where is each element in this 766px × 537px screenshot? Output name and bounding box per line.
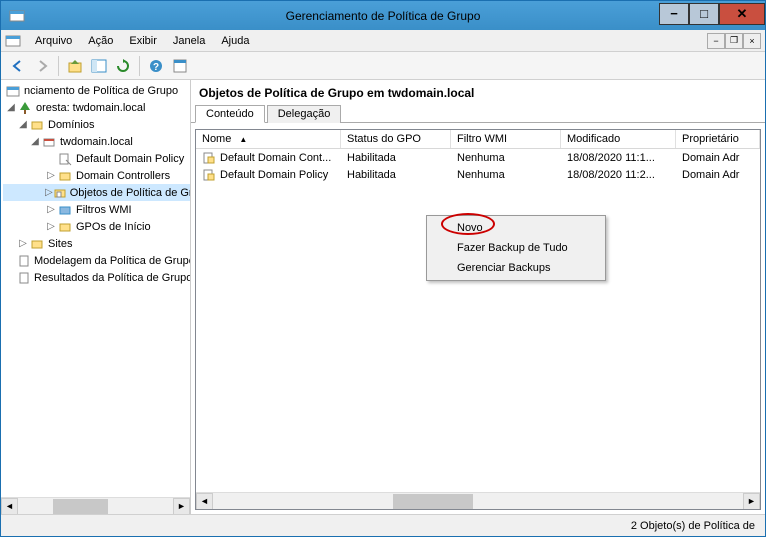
expand-icon[interactable]: ▷ — [45, 187, 53, 198]
tab-delegacao[interactable]: Delegação — [267, 105, 342, 123]
column-modificado[interactable]: Modificado — [561, 130, 676, 148]
tab-conteudo[interactable]: Conteúdo — [195, 105, 265, 123]
collapse-icon[interactable]: ◢ — [17, 119, 29, 130]
scroll-right-icon[interactable]: ► — [743, 493, 760, 510]
tree-pane: nciamento de Política de Grupo ◢ oresta:… — [1, 80, 191, 514]
tree-horizontal-scrollbar[interactable]: ◄ ► — [1, 497, 190, 514]
refresh-button[interactable] — [112, 55, 134, 77]
gpo-link-icon — [57, 151, 73, 167]
column-nome[interactable]: Nome▲ — [196, 130, 341, 148]
forward-button[interactable] — [31, 55, 53, 77]
back-button[interactable] — [7, 55, 29, 77]
tree-domain[interactable]: ◢ twdomain.local — [3, 133, 190, 150]
tree-wmi-filters[interactable]: ▷ Filtros WMI — [3, 201, 190, 218]
menu-exibir[interactable]: Exibir — [121, 33, 165, 49]
up-button[interactable] — [64, 55, 86, 77]
context-menu: Novo Fazer Backup de Tudo Gerenciar Back… — [426, 215, 606, 281]
list-header: Nome▲ Status do GPO Filtro WMI Modificad… — [196, 130, 760, 149]
context-manage-backups[interactable]: Gerenciar Backups — [429, 258, 603, 278]
results-icon — [17, 270, 31, 286]
tab-strip: Conteúdo Delegação — [191, 104, 765, 123]
status-text: 2 Objeto(s) de Política de — [631, 520, 755, 532]
sort-asc-icon: ▲ — [239, 135, 247, 144]
mdi-minimize-button[interactable]: − — [707, 33, 725, 49]
column-proprietario[interactable]: Proprietário — [676, 130, 760, 148]
tree-sites[interactable]: ▷ Sites — [3, 235, 190, 252]
tree-starter-gpos[interactable]: ▷ GPOs de Início — [3, 218, 190, 235]
ou-icon — [57, 168, 73, 184]
sites-icon — [29, 236, 45, 252]
expand-icon[interactable]: ▷ — [17, 238, 29, 249]
svg-text:?: ? — [153, 62, 159, 73]
status-bar: 2 Objeto(s) de Política de — [1, 514, 765, 536]
tree-dominios[interactable]: ◢ Domínios — [3, 116, 190, 133]
scroll-thumb[interactable] — [53, 499, 108, 514]
expand-icon[interactable]: ▷ — [45, 221, 57, 232]
list-horizontal-scrollbar[interactable]: ◄ ► — [196, 492, 760, 509]
show-hide-tree-button[interactable] — [88, 55, 110, 77]
menu-acao[interactable]: Ação — [80, 33, 121, 49]
gpo-icon — [202, 151, 216, 165]
details-pane: Objetos de Política de Grupo em twdomain… — [191, 80, 765, 514]
scroll-left-icon[interactable]: ◄ — [1, 498, 18, 515]
wmi-icon — [57, 202, 73, 218]
toolbar: ? — [1, 52, 765, 80]
tree-gpo-container[interactable]: ▷ Objetos de Política de Gru — [3, 184, 190, 201]
menu-arquivo[interactable]: Arquivo — [27, 33, 80, 49]
tree-forest[interactable]: ◢ oresta: twdomain.local — [3, 99, 190, 116]
forest-icon — [17, 100, 33, 116]
context-backup-all[interactable]: Fazer Backup de Tudo — [429, 238, 603, 258]
help-button[interactable]: ? — [145, 55, 167, 77]
details-header: Objetos de Política de Grupo em twdomain… — [191, 80, 765, 104]
tree-default-domain-policy[interactable]: Default Domain Policy — [3, 150, 190, 167]
mmc-icon — [5, 33, 21, 49]
modeling-icon — [17, 253, 31, 269]
menu-bar: Arquivo Ação Exibir Janela Ajuda − ❐ × — [1, 30, 765, 52]
mdi-close-button[interactable]: × — [743, 33, 761, 49]
scroll-left-icon[interactable]: ◄ — [196, 493, 213, 510]
domains-icon — [29, 117, 45, 133]
context-novo[interactable]: Novo — [429, 218, 603, 238]
column-status[interactable]: Status do GPO — [341, 130, 451, 148]
gpmc-icon — [5, 83, 21, 99]
scroll-thumb[interactable] — [393, 494, 473, 509]
close-button[interactable]: ✕ — [719, 3, 765, 25]
window-title: Gerenciamento de Política de Grupo — [1, 9, 765, 23]
maximize-button[interactable]: □ — [689, 3, 719, 25]
collapse-icon[interactable]: ◢ — [29, 136, 41, 147]
tree-modeling[interactable]: Modelagem da Política de Grupc — [3, 252, 190, 269]
collapse-icon[interactable]: ◢ — [5, 102, 17, 113]
properties-button[interactable] — [169, 55, 191, 77]
expand-icon[interactable]: ▷ — [45, 170, 57, 181]
title-bar: Gerenciamento de Política de Grupo − □ ✕ — [1, 1, 765, 30]
scroll-right-icon[interactable]: ► — [173, 498, 190, 515]
tree-root[interactable]: nciamento de Política de Grupo — [3, 82, 190, 99]
gpo-folder-icon — [53, 185, 67, 201]
expand-icon[interactable]: ▷ — [45, 204, 57, 215]
tree-domain-controllers[interactable]: ▷ Domain Controllers — [3, 167, 190, 184]
tree-results[interactable]: Resultados da Política de Grupo — [3, 269, 190, 286]
table-row[interactable]: Default Domain Policy Habilitada Nenhuma… — [196, 166, 760, 183]
list-view[interactable]: Nome▲ Status do GPO Filtro WMI Modificad… — [195, 129, 761, 510]
column-wmi[interactable]: Filtro WMI — [451, 130, 561, 148]
minimize-button[interactable]: − — [659, 3, 689, 25]
menu-ajuda[interactable]: Ajuda — [213, 33, 257, 49]
starter-gpo-icon — [57, 219, 73, 235]
domain-icon — [41, 134, 57, 150]
table-row[interactable]: Default Domain Cont... Habilitada Nenhum… — [196, 149, 760, 166]
gpo-icon — [202, 168, 216, 182]
mdi-restore-button[interactable]: ❐ — [725, 33, 743, 49]
menu-janela[interactable]: Janela — [165, 33, 213, 49]
